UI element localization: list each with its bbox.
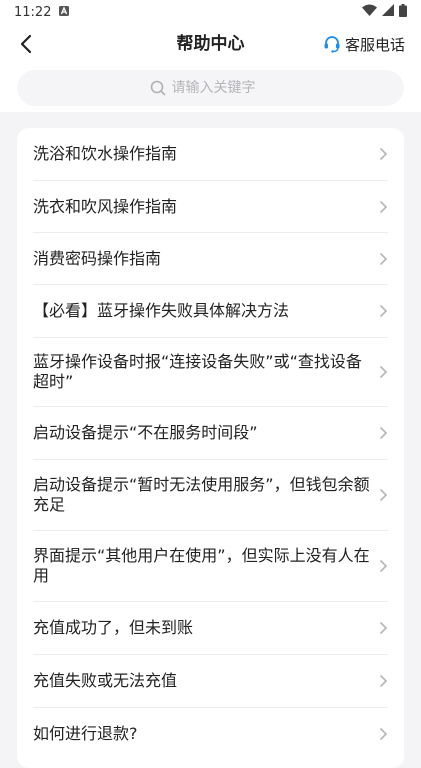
chevron-right-icon [379,252,388,266]
chevron-right-icon [379,621,388,635]
status-left: 11:22 [14,4,70,20]
wifi-icon [362,4,377,20]
help-topic-item[interactable]: 【必看】蓝牙操作失败具体解决方法 [17,285,404,337]
help-topic-label: 消费密码操作指南 [33,249,162,268]
help-topic-label: 【必看】蓝牙操作失败具体解决方法 [33,301,290,320]
chevron-right-icon [379,200,388,214]
chevron-right-icon [379,559,388,573]
help-topic-item[interactable]: 如何进行退款? [17,708,404,760]
nav-bar: 帮助中心 客服电话 [0,24,421,64]
help-topic-label: 蓝牙操作设备时报“连接设备失败”或“查找设备超时” [33,352,362,391]
help-topic-label: 充值失败或无法充值 [33,671,178,690]
help-topic-item[interactable]: 消费密码操作指南 [17,233,404,285]
help-topic-label: 界面提示“其他用户在使用”，但实际上没有人在用 [33,546,370,585]
help-topic-label: 充值成功了，但未到账 [33,618,194,637]
help-topic-item[interactable]: 界面提示“其他用户在使用”，但实际上没有人在用 [17,531,404,601]
chevron-right-icon [379,147,388,161]
chevron-right-icon [379,674,388,688]
chevron-left-icon [20,34,32,54]
search-input[interactable] [171,80,272,96]
customer-service-label: 客服电话 [344,35,405,54]
customer-service-button[interactable]: 客服电话 [323,32,405,56]
search-icon [150,80,165,96]
help-topic-item[interactable]: 启动设备提示“不在服务时间段” [17,407,404,459]
battery-icon [399,3,407,21]
help-topic-item[interactable]: 充值失败或无法充值 [17,655,404,707]
help-topic-label: 启动设备提示“不在服务时间段” [33,423,258,442]
signal-icon [382,4,394,20]
chevron-right-icon [379,365,388,379]
help-topic-item[interactable]: 充值成功了，但未到账 [17,602,404,654]
search-box[interactable] [17,70,404,106]
help-topic-label: 洗浴和饮水操作指南 [33,144,178,163]
headset-icon [324,36,340,53]
help-topic-label: 启动设备提示“暂时无法使用服务”，但钱包余额充足 [33,475,370,514]
status-bar: 11:22 [0,0,421,24]
back-button[interactable] [12,30,40,58]
a-icon [59,5,70,20]
help-topic-list: 洗浴和饮水操作指南 洗衣和吹风操作指南 消费密码操作指南 【必看】蓝牙操作失败具… [17,128,404,768]
help-topic-item[interactable]: 洗衣和吹风操作指南 [17,181,404,233]
help-topic-item[interactable]: 蓝牙操作设备时报“连接设备失败”或“查找设备超时” [17,338,404,406]
chevron-right-icon [379,727,388,741]
chevron-right-icon [379,304,388,318]
search-bar [0,64,421,112]
status-time: 11:22 [14,4,52,20]
help-topic-item[interactable]: 启动设备提示“暂时无法使用服务”，但钱包余额充足 [17,460,404,530]
status-right [362,3,407,21]
chevron-right-icon [379,426,388,440]
help-topic-item[interactable]: 洗浴和饮水操作指南 [17,128,404,180]
help-topic-label: 洗衣和吹风操作指南 [33,197,178,216]
chevron-right-icon [379,488,388,502]
help-topic-label: 如何进行退款? [33,724,138,743]
